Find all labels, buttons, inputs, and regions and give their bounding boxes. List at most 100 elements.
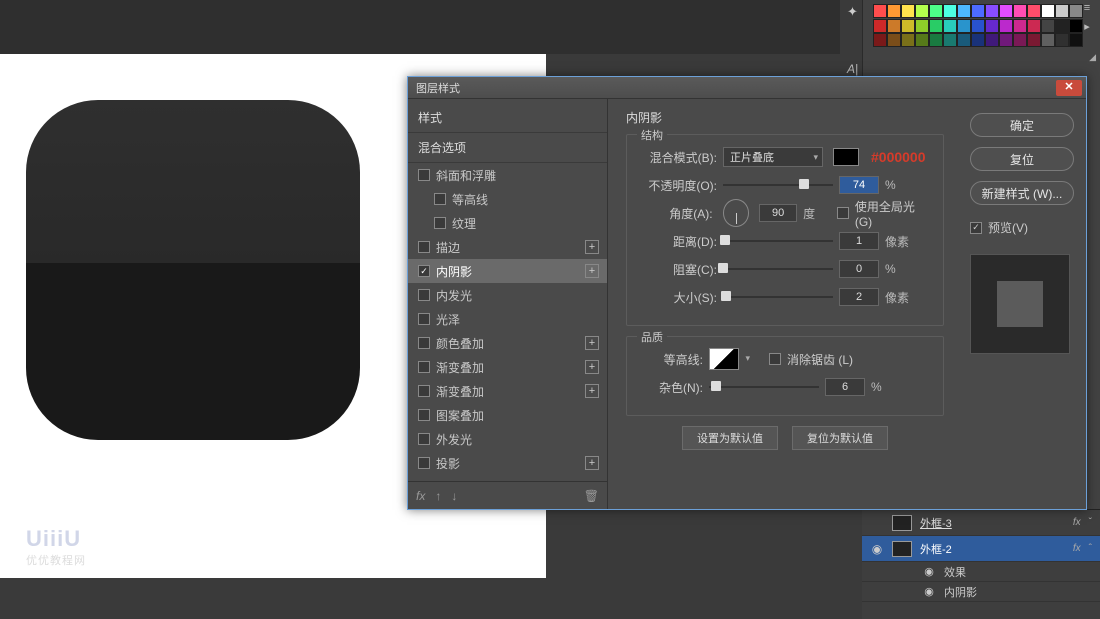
swatch-menu-icon[interactable]: ≡	[1080, 2, 1094, 16]
size-input[interactable]: 2	[839, 288, 879, 306]
add-instance-icon[interactable]: +	[585, 456, 599, 470]
style-item[interactable]: 投影+	[408, 451, 607, 475]
color-swatch[interactable]	[943, 4, 957, 18]
angle-input[interactable]: 90	[759, 204, 797, 222]
color-swatch[interactable]	[971, 19, 985, 33]
choke-slider[interactable]	[723, 262, 833, 276]
style-checkbox[interactable]	[418, 433, 430, 445]
dialog-titlebar[interactable]: 图层样式 ✕	[408, 77, 1086, 99]
angle-dial[interactable]	[723, 199, 750, 227]
choke-input[interactable]: 0	[839, 260, 879, 278]
color-swatch[interactable]	[1055, 33, 1069, 47]
color-swatch[interactable]	[887, 4, 901, 18]
color-swatch[interactable]	[1041, 33, 1055, 47]
layer-row[interactable]: ◉ 外框-2 fx ˆ	[862, 536, 1100, 562]
color-swatch[interactable]	[943, 33, 957, 47]
add-instance-icon[interactable]: +	[585, 360, 599, 374]
noise-slider[interactable]	[709, 380, 819, 394]
add-instance-icon[interactable]: +	[585, 240, 599, 254]
panel-corner-icon[interactable]: ◢	[1089, 52, 1096, 63]
reset-button[interactable]: 复位	[970, 147, 1074, 171]
color-swatch[interactable]	[887, 19, 901, 33]
fx-badge[interactable]: fx	[1073, 543, 1081, 554]
add-instance-icon[interactable]: +	[585, 384, 599, 398]
layer-effects-row[interactable]: ◉ 效果	[862, 562, 1100, 582]
style-item[interactable]: 图案叠加	[408, 403, 607, 427]
color-swatch[interactable]	[971, 33, 985, 47]
style-item[interactable]: 等高线	[408, 187, 607, 211]
color-swatch[interactable]	[915, 4, 929, 18]
color-swatch[interactable]	[1013, 33, 1027, 47]
distance-slider[interactable]	[723, 234, 833, 248]
color-swatch[interactable]	[985, 33, 999, 47]
ok-button[interactable]: 确定	[970, 113, 1074, 137]
style-item[interactable]: 斜面和浮雕	[408, 163, 607, 187]
color-swatch[interactable]	[1055, 4, 1069, 18]
style-item[interactable]: 渐变叠加+	[408, 355, 607, 379]
color-swatch[interactable]	[943, 19, 957, 33]
color-swatch[interactable]	[929, 19, 943, 33]
style-checkbox[interactable]	[418, 409, 430, 421]
color-swatch[interactable]	[873, 33, 887, 47]
style-checkbox[interactable]	[434, 193, 446, 205]
color-swatch[interactable]	[957, 33, 971, 47]
color-swatch[interactable]	[1041, 19, 1055, 33]
color-swatch[interactable]	[833, 148, 859, 166]
color-swatch[interactable]	[985, 19, 999, 33]
fx-badge[interactable]: fx	[1073, 517, 1081, 528]
color-swatch[interactable]	[1027, 19, 1041, 33]
color-swatch[interactable]	[887, 33, 901, 47]
close-button[interactable]: ✕	[1056, 80, 1082, 96]
style-checkbox[interactable]	[418, 361, 430, 373]
color-swatch[interactable]	[999, 19, 1013, 33]
preview-checkbox[interactable]: ✓	[970, 222, 982, 234]
type-tool-icon[interactable]: A|	[847, 62, 858, 76]
color-swatch[interactable]	[1013, 4, 1027, 18]
layer-name[interactable]: 外框-2	[920, 541, 1065, 557]
layer-row[interactable]: 外框-3 fx ˇ	[862, 510, 1100, 536]
layer-name[interactable]: 外框-3	[920, 515, 1065, 531]
trash-icon[interactable]: 🗑	[584, 489, 599, 503]
style-checkbox[interactable]	[418, 385, 430, 397]
style-item[interactable]: ✓内阴影+	[408, 259, 607, 283]
color-swatch[interactable]	[957, 19, 971, 33]
style-checkbox[interactable]	[418, 337, 430, 349]
global-light-checkbox[interactable]	[837, 207, 848, 219]
color-swatch[interactable]	[873, 19, 887, 33]
opacity-input[interactable]: 74	[839, 176, 879, 194]
opacity-slider[interactable]	[723, 178, 833, 192]
style-checkbox[interactable]	[418, 457, 430, 469]
antialias-checkbox[interactable]	[769, 353, 781, 365]
make-default-button[interactable]: 设置为默认值	[682, 426, 778, 450]
color-swatch[interactable]	[915, 19, 929, 33]
visibility-icon[interactable]: ◉	[922, 585, 936, 598]
style-item[interactable]: 描边+	[408, 235, 607, 259]
color-swatch[interactable]	[901, 33, 915, 47]
color-swatch[interactable]	[1027, 33, 1041, 47]
color-swatch[interactable]	[873, 4, 887, 18]
color-swatch[interactable]	[971, 4, 985, 18]
visibility-icon[interactable]: ◉	[922, 565, 936, 578]
size-slider[interactable]	[723, 290, 833, 304]
style-checkbox[interactable]	[418, 169, 430, 181]
styles-header[interactable]: 样式	[408, 103, 607, 133]
style-checkbox[interactable]	[418, 289, 430, 301]
color-swatch[interactable]	[999, 33, 1013, 47]
contour-picker[interactable]	[709, 348, 739, 370]
color-swatch[interactable]	[1027, 4, 1041, 18]
blend-options-header[interactable]: 混合选项	[408, 133, 607, 163]
add-instance-icon[interactable]: +	[585, 336, 599, 350]
distance-input[interactable]: 1	[839, 232, 879, 250]
add-instance-icon[interactable]: +	[585, 264, 599, 278]
layer-effect-item[interactable]: ◉ 内阴影	[862, 582, 1100, 602]
style-item[interactable]: 外发光	[408, 427, 607, 451]
swatch-close-icon[interactable]: ▸	[1080, 20, 1094, 34]
color-swatch[interactable]	[1041, 4, 1055, 18]
color-swatch[interactable]	[915, 33, 929, 47]
style-item[interactable]: 纹理	[408, 211, 607, 235]
chevron-down-icon[interactable]: ˇ	[1089, 517, 1092, 528]
style-item[interactable]: 内发光	[408, 283, 607, 307]
visibility-icon[interactable]: ◉	[870, 542, 884, 556]
new-style-button[interactable]: 新建样式 (W)...	[970, 181, 1074, 205]
color-swatch[interactable]	[901, 19, 915, 33]
